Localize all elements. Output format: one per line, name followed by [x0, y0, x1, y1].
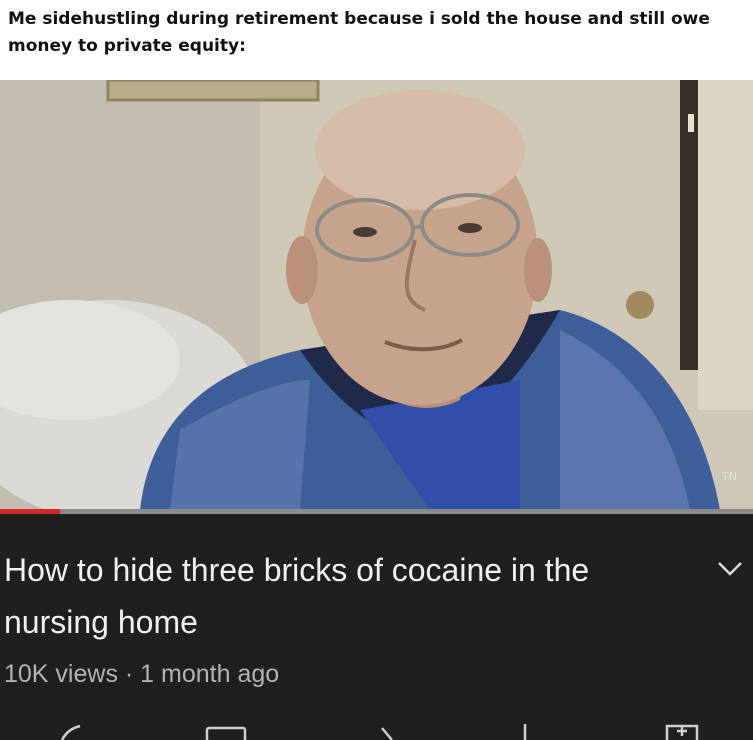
view-count: 10K views	[4, 660, 118, 688]
action-bar	[0, 714, 753, 740]
video-player[interactable]: TN	[0, 80, 753, 510]
meta-separator: ·	[117, 660, 141, 688]
chevron-down-icon[interactable]	[716, 558, 744, 578]
save-icon[interactable]	[665, 724, 701, 740]
video-meta: 10K views · 1 month ago	[4, 660, 279, 689]
add-to-queue-icon[interactable]	[205, 724, 249, 740]
video-frame: TN	[0, 80, 753, 510]
video-info-panel: How to hide three bricks of cocaine in t…	[0, 514, 753, 740]
svg-text:TN: TN	[721, 470, 737, 483]
meme-caption: Me sidehustling during retirement becaus…	[8, 9, 710, 56]
video-title[interactable]: How to hide three bricks of cocaine in t…	[4, 544, 664, 648]
upload-age: 1 month ago	[140, 660, 280, 688]
download-icon[interactable]	[518, 724, 532, 740]
share-icon[interactable]	[378, 724, 402, 740]
like-icon[interactable]	[58, 724, 88, 740]
